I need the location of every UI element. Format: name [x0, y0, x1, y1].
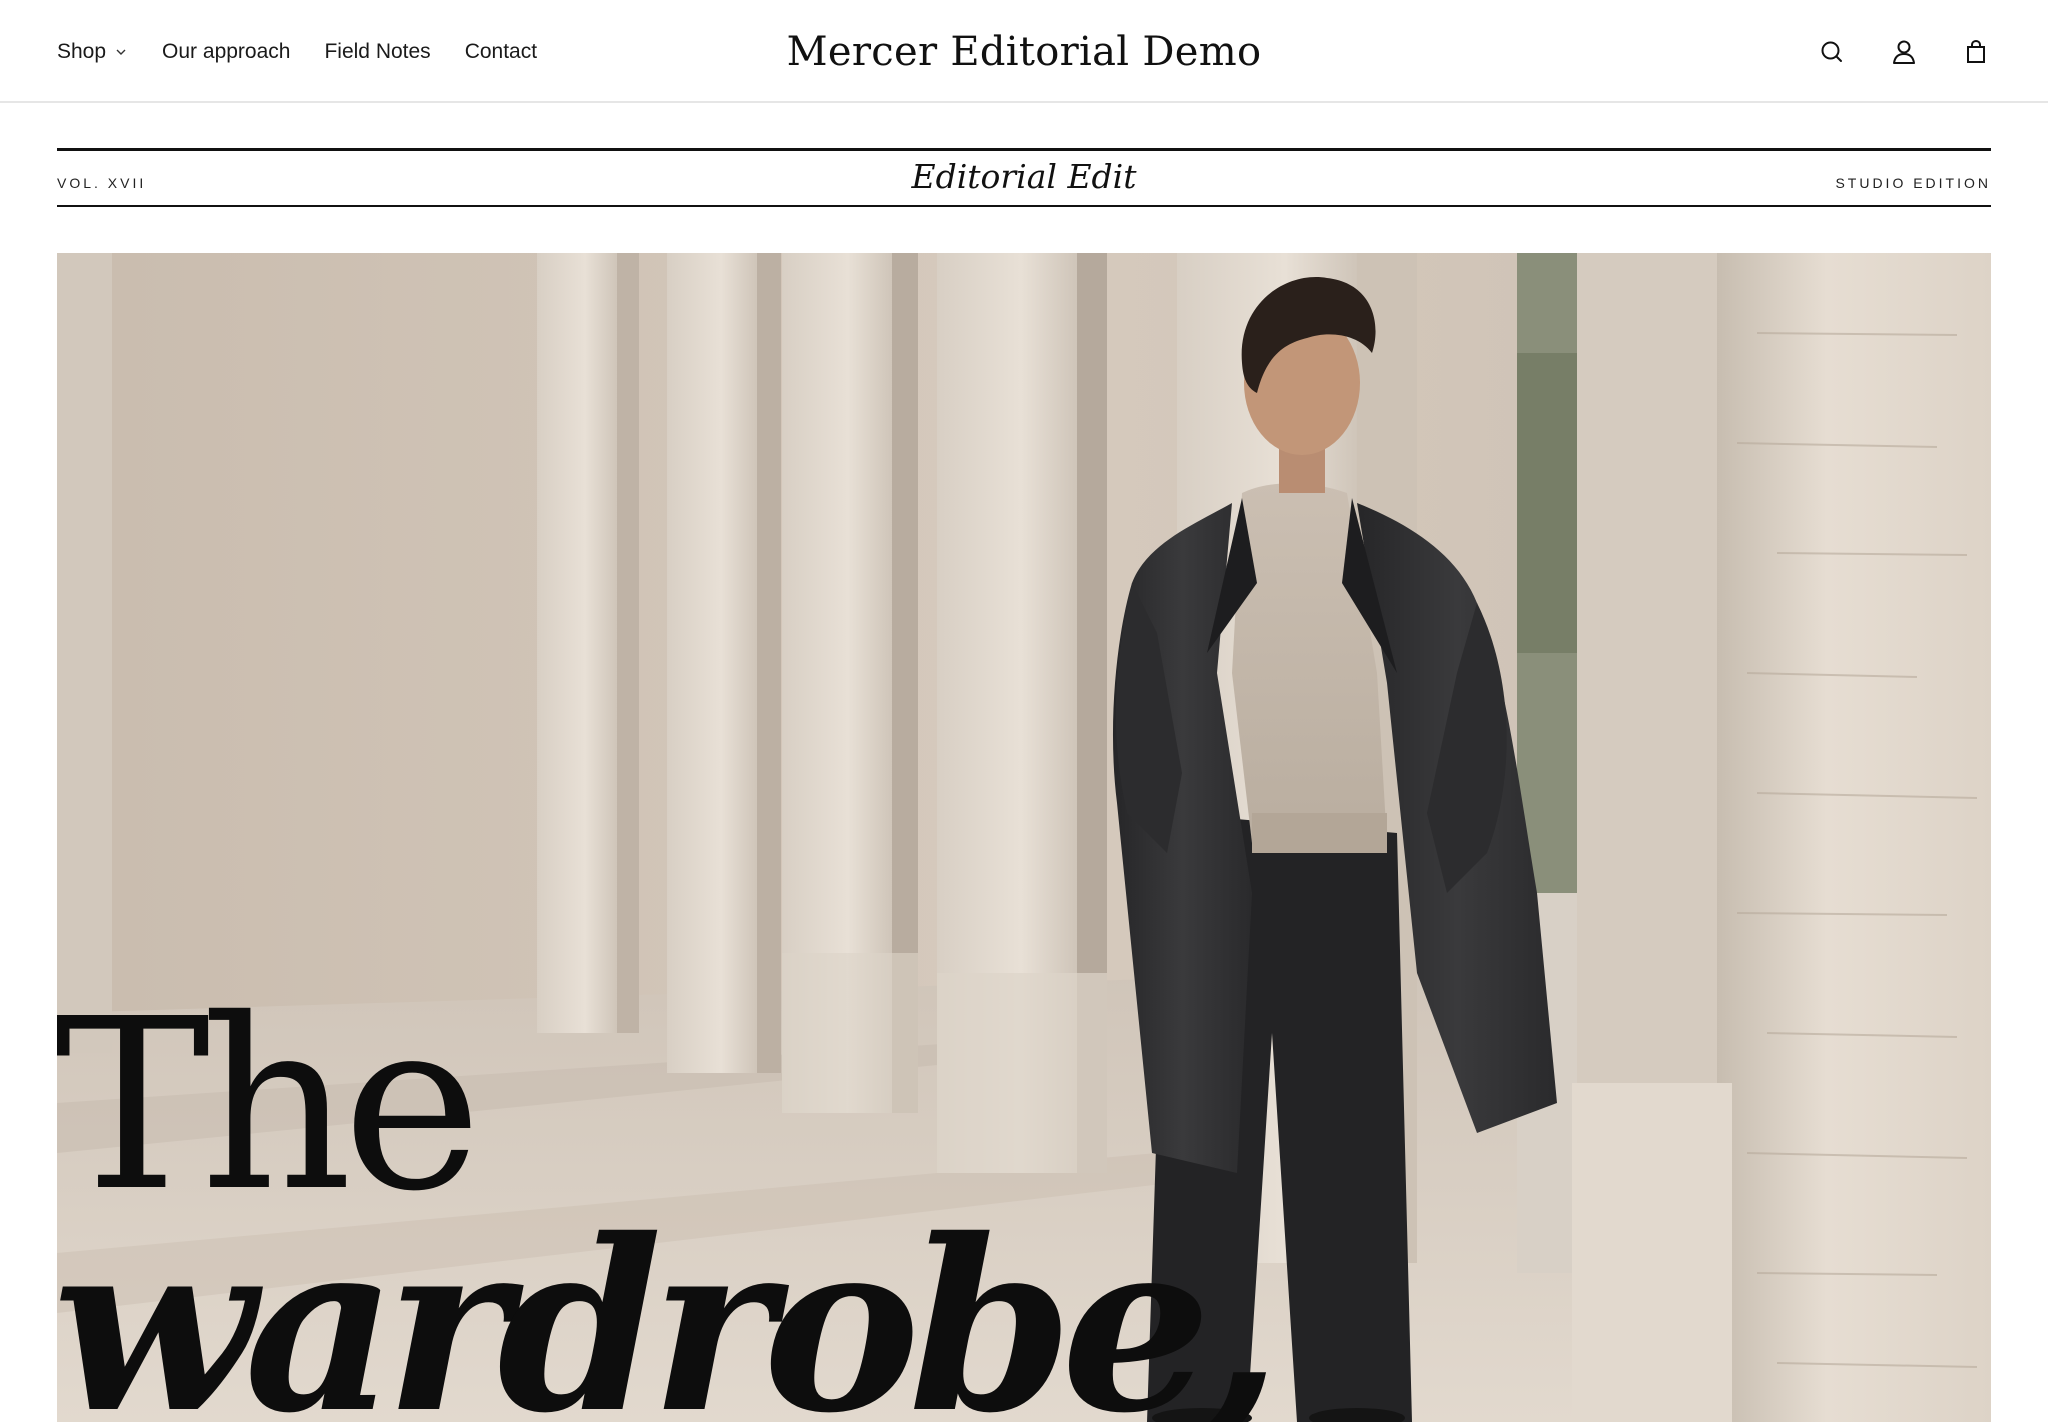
header-actions — [1817, 0, 1991, 103]
bag-icon[interactable] — [1961, 37, 1991, 67]
nav-field-notes-label: Field Notes — [324, 39, 431, 63]
nav-our-approach[interactable]: Our approach — [162, 40, 290, 64]
hero-section: The wardrobe, — [57, 253, 1991, 1422]
nav-contact[interactable]: Contact — [465, 40, 537, 64]
chevron-down-icon — [114, 45, 128, 59]
masthead-band: VOL. XVII Editorial Edit STUDIO EDITION — [57, 148, 1991, 207]
hero-headline-line2: wardrobe, — [57, 1187, 1282, 1422]
masthead-title: Editorial Edit — [911, 157, 1137, 196]
hero-headline: The wardrobe, — [57, 988, 1282, 1422]
nav-shop[interactable]: Shop — [57, 40, 128, 64]
search-icon[interactable] — [1817, 37, 1847, 67]
nav-contact-label: Contact — [464, 39, 538, 63]
brand-logo[interactable]: Mercer Editorial Demo — [787, 29, 1262, 75]
nav-shop-label: Shop — [57, 39, 107, 63]
edition-label: STUDIO EDITION — [1835, 175, 1991, 191]
nav-our-approach-label: Our approach — [162, 39, 291, 63]
site-header: Shop Our approach Field Notes Contact Me… — [0, 0, 2048, 103]
primary-nav: Shop Our approach Field Notes Contact — [57, 0, 571, 103]
nav-field-notes[interactable]: Field Notes — [324, 40, 430, 64]
account-icon[interactable] — [1889, 37, 1919, 67]
